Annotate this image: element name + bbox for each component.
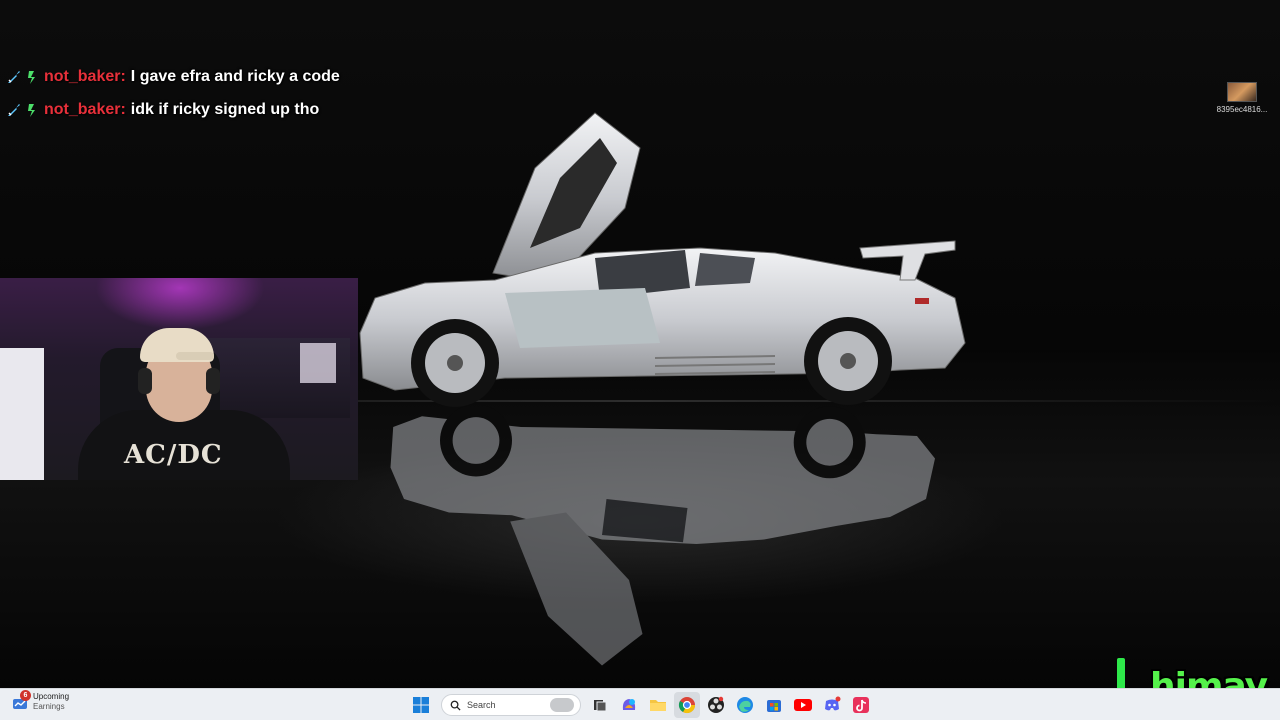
headset-icon — [206, 368, 220, 394]
background-window — [300, 343, 336, 383]
sword-badge-icon — [6, 102, 22, 118]
chat-text: I gave efra and ricky a code — [130, 68, 340, 85]
subscriber-badge-icon — [25, 102, 41, 118]
youtube-icon[interactable] — [790, 692, 816, 718]
taskbar-search[interactable]: Search — [441, 694, 581, 716]
chat-overlay: not_baker: I gave efra and ricky a code … — [6, 64, 340, 130]
subscriber-badge-icon — [25, 69, 41, 85]
task-view-icon[interactable] — [587, 692, 613, 718]
chat-username: not_baker: — [44, 101, 126, 118]
webcam-feed: AC/DC — [0, 278, 358, 480]
discord-icon[interactable] — [819, 692, 845, 718]
copilot-icon[interactable] — [616, 692, 642, 718]
image-thumbnail-icon — [1227, 82, 1257, 102]
chat-message: not_baker: idk if ricky signed up tho — [6, 97, 340, 123]
desktop-file-icon[interactable]: 8395ec4816... — [1212, 82, 1272, 114]
search-placeholder: Search — [467, 700, 496, 710]
chrome-icon[interactable] — [674, 692, 700, 718]
chat-message: not_baker: I gave efra and ricky a code — [6, 64, 340, 90]
search-icon — [450, 700, 461, 711]
chat-text: idk if ricky signed up tho — [130, 101, 320, 118]
car-reflection — [390, 404, 935, 666]
widgets-button[interactable]: 6 Upcoming Earnings — [12, 690, 70, 712]
desktop-file-label: 8395ec4816... — [1216, 105, 1268, 114]
sword-badge-icon — [6, 69, 22, 85]
car-image — [359, 112, 966, 407]
obs-icon[interactable] — [703, 692, 729, 718]
edge-icon[interactable] — [732, 692, 758, 718]
taskbar-apps: Search — [408, 692, 877, 718]
widget-subtitle: Earnings — [33, 702, 65, 711]
chat-username: not_baker: — [44, 68, 126, 85]
windows-start-icon[interactable] — [408, 692, 434, 718]
widget-title: Upcoming — [33, 692, 70, 701]
background-curtain — [0, 348, 44, 480]
notification-badge: 6 — [20, 690, 31, 701]
taskbar: 6 Upcoming Earnings Search — [0, 688, 1280, 720]
stocks-icon: 6 — [12, 690, 31, 710]
tiktok-icon[interactable] — [848, 692, 874, 718]
person-cap-brim — [176, 352, 214, 360]
headset-icon — [138, 368, 152, 394]
store-icon[interactable] — [761, 692, 787, 718]
file-explorer-icon[interactable] — [645, 692, 671, 718]
search-highlight-icon — [550, 698, 574, 712]
shirt-logo: AC/DC — [124, 440, 223, 470]
